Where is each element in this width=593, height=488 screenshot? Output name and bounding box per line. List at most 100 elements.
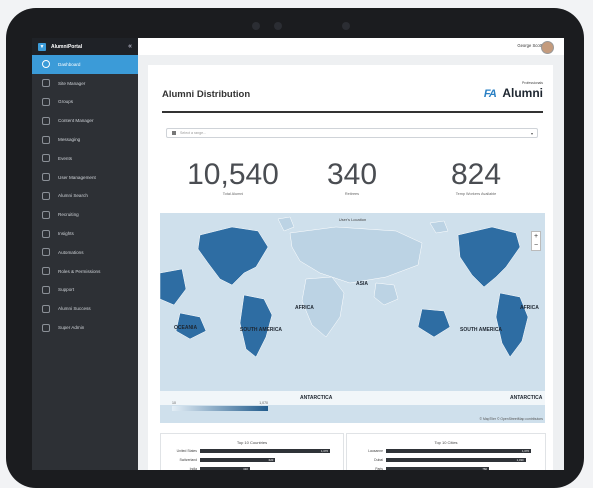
stat-retirees: 340 Retirees [292, 160, 412, 197]
land-south-america [239, 294, 273, 358]
sidebar-item-groups[interactable]: Groups [32, 93, 138, 112]
brand-mark: FA [483, 88, 497, 100]
sidebar-item-label: Roles & Permissions [58, 268, 101, 274]
bar-label: Dubai [374, 458, 383, 462]
groups-icon [42, 97, 50, 106]
bar-row: Paris 760 [347, 466, 545, 470]
sidebar-item-super-admin[interactable]: Super Admin [32, 318, 138, 337]
bar-value: 1,070 [321, 449, 328, 453]
bar[interactable]: 620 [200, 458, 276, 462]
sidebar-item-messaging[interactable]: Messaging [32, 130, 138, 149]
bar-row: Dubai 1,030 [347, 457, 545, 463]
sidebar-item-label: Super Admin [58, 325, 85, 331]
main-content: Alumni Distribution Professionals FA Alu… [138, 55, 564, 470]
sidebar-item-label: Recruiting [58, 212, 79, 218]
sidebar-item-label: Alumni Success [58, 306, 91, 312]
bar[interactable]: 1,030 [386, 458, 526, 462]
stat-value: 10,540 [187, 158, 279, 191]
bar[interactable]: 1,070 [200, 449, 330, 453]
super-admin-icon [42, 323, 50, 332]
zoom-out-button[interactable]: − [532, 241, 540, 250]
stat-total-alumni: 10,540 Total Alumni [173, 158, 293, 197]
collapse-sidebar-icon[interactable]: « [128, 43, 132, 50]
sidebar-item-alumni-success[interactable]: Alumni Success [32, 299, 138, 318]
top-cities-panel: Top 10 Cities Lausanne 1,070 Dubai 1,030 Par… [346, 433, 546, 470]
brand-logo: Professionals FA Alumni [483, 81, 543, 102]
legend-gradient [172, 406, 268, 411]
insights-icon [42, 229, 50, 238]
sidebar-item-label: Content Manager [58, 118, 94, 124]
land-south-america-2 [495, 292, 529, 358]
land-eurasia [289, 226, 423, 284]
bar[interactable]: 1,070 [386, 449, 531, 453]
avatar[interactable] [541, 41, 554, 54]
sidebar-item-dashboard[interactable]: Dashboard [32, 55, 138, 74]
camera-dot [274, 22, 282, 30]
sidebar-nav: Dashboard Site Manager Groups Content Manag… [32, 55, 138, 337]
date-range-select[interactable]: Select a range... ▾ [166, 128, 538, 138]
sidebar-item-label: Alumni Search [58, 193, 88, 199]
bar-label: Lausanne [368, 449, 383, 453]
sidebar-header: ▼ AlumniPortal « [32, 38, 138, 55]
sidebar-item-site-manager[interactable]: Site Manager [32, 74, 138, 93]
bar-label: Switzerland [179, 458, 197, 462]
site-manager-icon [42, 79, 50, 88]
dashboard-icon [42, 60, 50, 69]
sidebar: ▼ AlumniPortal « Dashboard Site Manager Gr… [32, 38, 138, 470]
bar-label: United States [176, 449, 197, 453]
panel-title: Top 10 Cities [434, 440, 458, 445]
legend-min: 10 [172, 401, 176, 405]
cities-chart: Lausanne 1,070 Dubai 1,030 Paris 760 [347, 448, 545, 470]
sidebar-item-events[interactable]: Events [32, 149, 138, 168]
messaging-icon [42, 135, 50, 144]
land-north-america [197, 226, 269, 286]
page-title: Alumni Distribution [162, 89, 251, 100]
stat-label: Total Alumni [222, 192, 244, 196]
sidebar-item-label: Automations [58, 249, 84, 255]
brand-name: Alumni [502, 86, 543, 100]
stat-label: Temp Workers Available [455, 192, 497, 196]
bar-value: 620 [268, 458, 274, 462]
bar-row: Switzerland 620 [161, 457, 343, 463]
sidebar-item-label: Insights [58, 231, 74, 237]
sidebar-item-user-management[interactable]: User Management [32, 168, 138, 187]
land-south-asia [373, 282, 399, 306]
sidebar-item-alumni-search[interactable]: Alumni Search [32, 187, 138, 206]
title-divider [162, 111, 543, 113]
land-oceania-2 [417, 308, 451, 338]
map-legend: 10 1,070 [172, 401, 268, 411]
user-name[interactable]: George Scott [517, 43, 542, 48]
sidebar-item-insights[interactable]: Insights [32, 224, 138, 243]
sidebar-item-content-manager[interactable]: Content Manager [32, 111, 138, 130]
map-label: AFRICA [295, 305, 314, 311]
sidebar-item-label: User Management [58, 174, 96, 180]
stat-label: Retirees [344, 192, 360, 196]
user-management-icon [42, 173, 50, 182]
alumni-search-icon [42, 191, 50, 200]
dashboard-card: Alumni Distribution Professionals FA Alu… [148, 65, 553, 470]
sidebar-item-recruiting[interactable]: Recruiting [32, 205, 138, 224]
sidebar-item-automations[interactable]: Automations [32, 243, 138, 262]
date-range-placeholder: Select a range... [180, 131, 207, 135]
events-icon [42, 154, 50, 163]
top-bar: George Scott [138, 38, 564, 56]
alumni-success-icon [42, 304, 50, 313]
map-label: ANTARCTICA [300, 395, 333, 401]
sidebar-item-label: Dashboard [58, 61, 81, 67]
calendar-icon [172, 131, 176, 135]
map-attribution[interactable]: © MapTiler © OpenStreetMap contributors [480, 417, 543, 421]
bar-value: 1,030 [516, 458, 524, 462]
chevron-down-icon: ▾ [530, 130, 533, 136]
map-label: ASIA [356, 281, 368, 287]
app-screen: ▼ AlumniPortal « Dashboard Site Manager Gr… [32, 38, 564, 470]
land-far-east [160, 268, 187, 306]
sidebar-item-support[interactable]: Support [32, 281, 138, 300]
sidebar-item-roles-permissions[interactable]: Roles & Permissions [32, 262, 138, 281]
zoom-in-button[interactable]: + [532, 232, 540, 241]
world-map[interactable]: AFRICA ASIA OCEANIA SOUTH AMERICA ANTARC… [160, 213, 545, 423]
top-countries-panel: Top 10 Countries United States 1,070 Switz… [160, 433, 344, 470]
map-label: SOUTH AMERICA [240, 327, 282, 333]
sidebar-item-label: Groups [58, 99, 74, 105]
legend-max: 1,070 [259, 401, 268, 405]
bar-row: India 410 [161, 466, 343, 470]
